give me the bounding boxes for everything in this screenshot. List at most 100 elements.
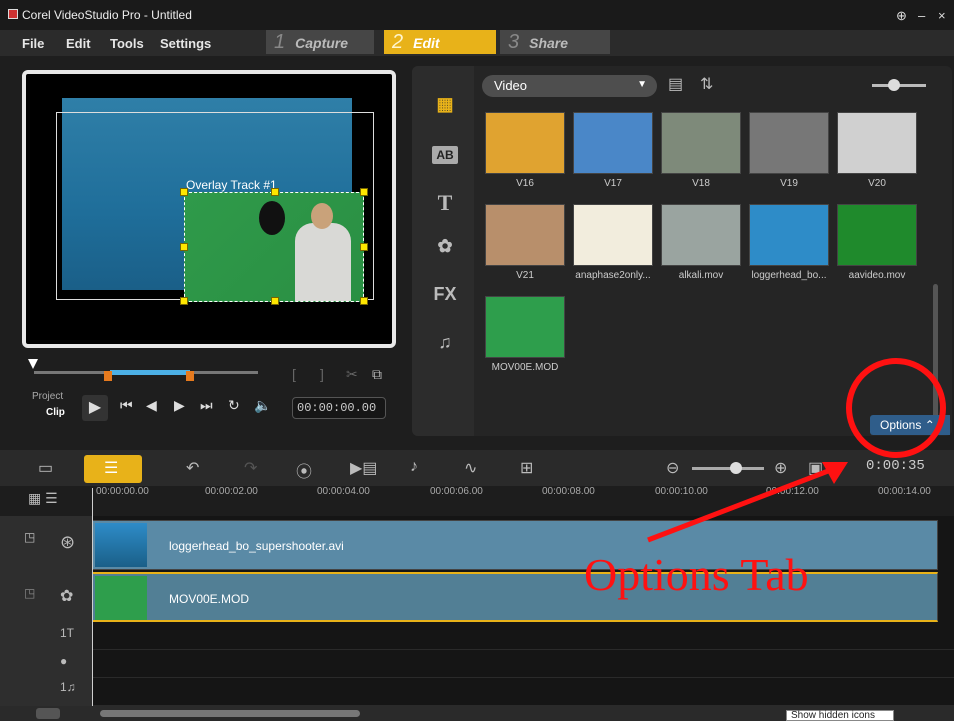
title-track-row[interactable] [92, 622, 954, 650]
auto-music-icon[interactable]: ♪ [410, 458, 418, 476]
library-thumb[interactable] [837, 112, 917, 174]
person-image [295, 203, 351, 301]
record-capture-icon[interactable]: ⦿ [296, 458, 312, 482]
step-capture[interactable]: 1 Capture [266, 30, 374, 54]
preview-window[interactable]: Overlay Track #1 [22, 70, 396, 348]
thumbnail-size-knob[interactable] [888, 79, 900, 91]
resize-handle[interactable] [360, 297, 368, 305]
video-reel-icon[interactable]: ⊛ [60, 532, 75, 553]
mark-in-icon[interactable]: [ [292, 366, 296, 382]
overlay-clip-track[interactable]: MOV00E.MOD [92, 572, 938, 622]
playhead[interactable] [92, 488, 93, 708]
video-track-icon[interactable]: ◳ [24, 530, 35, 544]
app-icon [8, 9, 18, 19]
library-category-dropdown[interactable]: Video ▼ [482, 75, 657, 97]
resize-handle[interactable] [271, 297, 279, 305]
minimize-button[interactable]: – [918, 8, 925, 23]
resize-handle[interactable] [360, 188, 368, 196]
split-icon[interactable]: ✂ [346, 366, 358, 383]
clip-mode-label[interactable]: Clip [46, 407, 65, 418]
ruler-label: 00:00:04.00 [317, 486, 370, 497]
music-track-icon[interactable]: 1♫ [60, 680, 76, 694]
resize-handle[interactable] [180, 188, 188, 196]
library-thumb[interactable] [485, 204, 565, 266]
ruler-label: 00:00:14.00 [878, 486, 931, 497]
repeat-icon[interactable]: ↻ [228, 397, 240, 414]
next-frame-icon[interactable]: ▶ [174, 397, 185, 414]
storyboard-view-icon[interactable]: ▭ [38, 458, 53, 478]
scroll-track-icon[interactable] [36, 708, 60, 719]
sort-icon[interactable]: ⇅ [700, 74, 713, 94]
end-icon[interactable]: ⏭ [200, 397, 213, 414]
redo-icon[interactable]: ↷ [244, 458, 257, 478]
thumb-label: anaphase2only... [575, 270, 651, 281]
scrub-bar[interactable] [28, 355, 258, 383]
thumb-label: aavideo.mov [848, 270, 906, 281]
close-button[interactable]: × [938, 8, 946, 23]
track-manager-icon[interactable]: ⊞ [520, 458, 533, 478]
library-thumb[interactable] [573, 204, 653, 266]
scrollbar-thumb[interactable] [100, 710, 360, 717]
clip-thumbnail [95, 523, 147, 567]
voice-track-row[interactable] [92, 650, 954, 678]
undo-icon[interactable]: ↶ [186, 458, 199, 478]
thumb-label: MOV00E.MOD [491, 362, 559, 373]
step-share[interactable]: 3 Share [500, 30, 610, 54]
library-thumb[interactable] [749, 204, 829, 266]
library-thumb[interactable] [485, 296, 565, 358]
title-track-icon[interactable]: 1T [60, 626, 74, 640]
library-thumb[interactable] [837, 204, 917, 266]
overlay-reel-icon[interactable]: ✿ [60, 586, 73, 606]
library-thumb[interactable] [661, 112, 741, 174]
ruler-label: 00:00:06.00 [430, 486, 483, 497]
trim-end-marker[interactable] [186, 371, 194, 381]
ruler-label: 00:00:02.00 [205, 486, 258, 497]
trim-start-marker[interactable] [104, 371, 112, 381]
resize-handle[interactable] [180, 243, 188, 251]
library-thumb[interactable] [485, 112, 565, 174]
project-mode-label[interactable]: Project [32, 391, 63, 402]
track-view-icon[interactable]: ▦ ☰ [28, 490, 58, 507]
thumb-label: alkali.mov [678, 270, 724, 281]
step-edit[interactable]: 2 Edit [384, 30, 496, 54]
timecode-field[interactable]: 00:00:00.00 [292, 397, 386, 419]
music-track-row[interactable] [92, 678, 954, 706]
mark-out-icon[interactable]: ] [320, 366, 324, 382]
menu-file[interactable]: File [22, 36, 44, 51]
menu-edit[interactable]: Edit [66, 36, 91, 51]
transition-icon[interactable]: AB [432, 146, 458, 164]
overlay-track-label: Overlay Track #1 [186, 178, 277, 192]
library-thumb[interactable] [661, 204, 741, 266]
thumb-label: V17 [604, 178, 622, 189]
volume-icon[interactable]: 🔈 [254, 397, 271, 414]
annotation-text: Options Tab [584, 549, 809, 600]
library-thumb[interactable] [749, 112, 829, 174]
filter-icon[interactable]: FX [432, 284, 458, 306]
media-icon[interactable]: ▦ [432, 94, 458, 116]
resize-handle[interactable] [271, 188, 279, 196]
resize-handle[interactable] [360, 243, 368, 251]
voice-track-icon[interactable]: ● [60, 654, 67, 668]
overlay-clip[interactable] [180, 188, 368, 305]
audio-icon[interactable]: ♫ [432, 332, 458, 354]
annotation-circle [846, 358, 946, 458]
graphic-icon[interactable]: ✿ [432, 236, 458, 258]
enlarge-icon[interactable]: ⧉ [372, 366, 382, 383]
resize-handle[interactable] [180, 297, 188, 305]
menu-tools[interactable]: Tools [110, 36, 144, 51]
smart-proxy-icon[interactable]: ▶▤ [350, 458, 377, 478]
audio-mixer-icon[interactable]: ∿ [464, 458, 477, 478]
title-icon[interactable]: T [432, 190, 458, 215]
scrubber-icon[interactable] [28, 359, 38, 369]
library-thumb[interactable] [573, 112, 653, 174]
overlay-track-icon[interactable]: ◳ [24, 586, 35, 600]
play-icon[interactable]: ▶ [82, 395, 108, 421]
add-folder-icon[interactable]: ▤ [668, 74, 683, 94]
hidden-icons-button[interactable]: ⊕ [896, 8, 907, 24]
menu-settings[interactable]: Settings [160, 36, 211, 51]
balloon-image [259, 201, 285, 235]
home-icon[interactable]: ⏮ [120, 397, 133, 414]
project-duration: 0:00:35 [866, 458, 925, 474]
previous-frame-icon[interactable]: ◀ [146, 397, 157, 414]
thumb-label: loggerhead_bo... [751, 270, 827, 281]
